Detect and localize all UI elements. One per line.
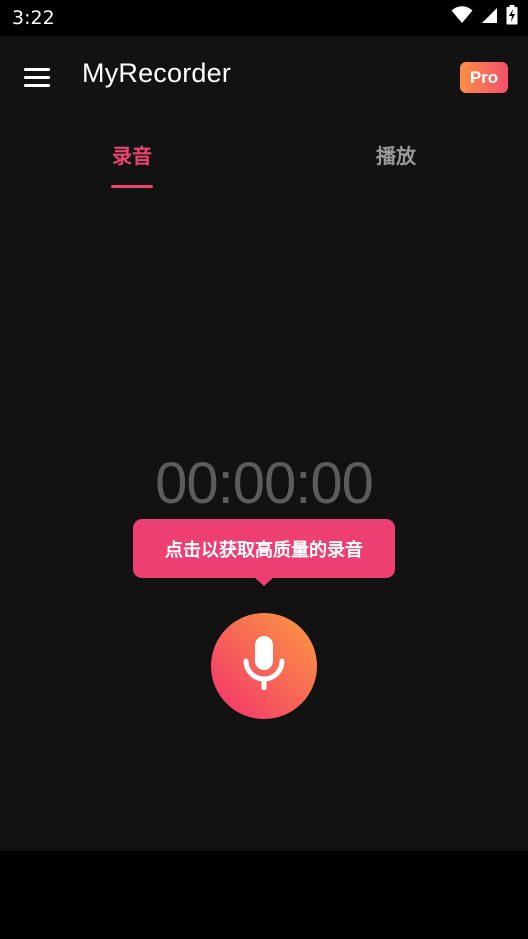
wifi-icon [451,6,473,28]
tab-play[interactable]: 播放 [336,140,456,190]
status-bar: 3:22 [0,0,528,36]
recorder-screen: 3:22 MyRecorder Pro 录音 播放 00:00:00 点击以获取… [0,0,528,939]
record-hint-tooltip: 点击以获取高质量的录音 [133,519,395,578]
recording-timer: 00:00:00 [155,451,374,516]
status-icons [451,5,518,29]
app-bar: MyRecorder Pro [0,36,528,120]
app-title: MyRecorder [82,58,232,88]
status-time: 3:22 [12,7,55,29]
menu-icon [24,67,50,71]
tab-bar: 录音 播放 [0,120,528,190]
signal-icon [481,7,498,28]
microphone-icon [241,634,287,698]
bottom-area [0,851,528,939]
record-button[interactable] [211,613,317,719]
tab-record[interactable]: 录音 [72,140,192,190]
tooltip-arrow [254,577,274,586]
pro-badge-button[interactable]: Pro [460,62,508,93]
menu-button[interactable] [24,62,58,92]
battery-charging-icon [506,5,518,29]
tab-indicator [111,185,153,188]
